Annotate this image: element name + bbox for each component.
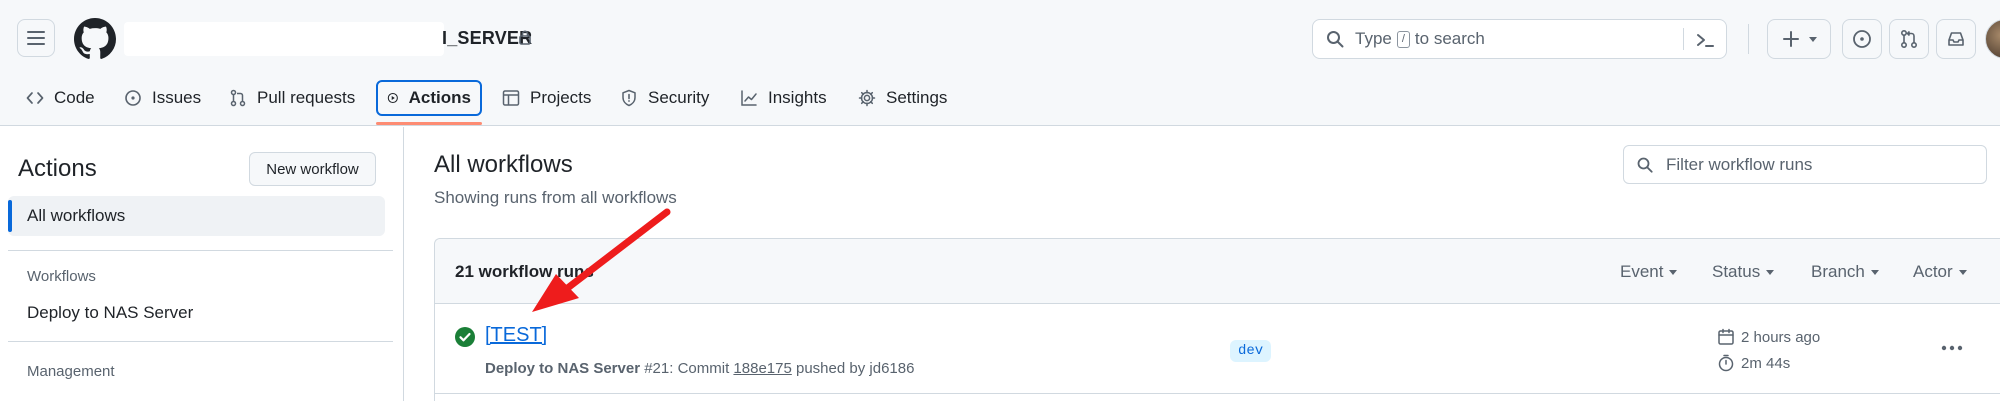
sidebar-item-all-workflows-label: All workflows: [27, 206, 126, 225]
check-circle-icon: [455, 327, 475, 347]
hamburger-icon: [27, 31, 45, 45]
pull-request-icon: [1900, 29, 1918, 49]
sidebar-item-deploy-to-nas-server[interactable]: Deploy to NAS Server: [27, 303, 193, 323]
chevron-down-icon: [1808, 36, 1817, 42]
chevron-down-icon: [1870, 269, 1879, 275]
run-time-ago: 2 hours ago: [1717, 328, 1820, 346]
event-filter-dropdown[interactable]: Event: [1620, 262, 1678, 282]
actor-filter-label: Actor: [1913, 262, 1953, 281]
command-palette-icon[interactable]: [1694, 29, 1716, 51]
sidebar-divider: [8, 341, 393, 342]
code-icon: [26, 92, 44, 104]
issue-icon: [1853, 30, 1871, 48]
tab-settings[interactable]: Settings: [849, 80, 956, 116]
search-placeholder: Type / to search: [1355, 29, 1485, 49]
tab-insights-label: Insights: [768, 88, 827, 107]
run-title-link[interactable]: [TEST]: [485, 324, 547, 347]
event-filter-label: Event: [1620, 262, 1664, 281]
commit-sha-link[interactable]: 188e175: [733, 360, 791, 377]
run-duration-label: 2m 44s: [1741, 354, 1791, 372]
tab-issues-label: Issues: [152, 88, 202, 107]
tab-settings-label: Settings: [886, 88, 948, 107]
page-subtitle: Showing runs from all workflows: [434, 188, 677, 207]
table-row[interactable]: [TEST] Deploy to NAS Server #21: Commit …: [435, 304, 2000, 394]
run-meta: Deploy to NAS Server #21: Commit 188e175…: [485, 360, 914, 377]
redacted-owner: [124, 22, 444, 56]
graph-icon: [741, 90, 757, 106]
runs-list-header: 21 workflow runs Event Status Branch Act…: [435, 239, 2000, 304]
tab-projects-label: Projects: [530, 88, 592, 107]
menu-button[interactable]: [17, 19, 55, 57]
new-workflow-button[interactable]: New workflow: [249, 152, 376, 186]
tab-security-label: Security: [648, 88, 710, 107]
run-duration: 2m 44s: [1717, 354, 1790, 372]
search-shortcut-key: /: [1396, 30, 1410, 48]
repo-nav: Code Issues Pull requests Actions Projec…: [0, 76, 2000, 126]
search-icon: [1327, 31, 1344, 48]
gear-icon: [858, 89, 876, 107]
tab-pull-requests-label: Pull requests: [257, 88, 356, 107]
issue-icon: [125, 90, 141, 106]
header-divider: [1748, 24, 1749, 54]
chevron-down-icon: [1958, 269, 1967, 275]
plus-icon: [1782, 31, 1799, 47]
inbox-button[interactable]: [1936, 19, 1976, 59]
stopwatch-icon: [1718, 354, 1734, 372]
status-filter-dropdown[interactable]: Status: [1712, 262, 1775, 282]
runs-count: 21 workflow runs: [455, 262, 594, 281]
run-time-ago-label: 2 hours ago: [1741, 328, 1821, 346]
branch-filter-label: Branch: [1811, 262, 1865, 281]
tab-security[interactable]: Security: [611, 80, 718, 116]
pull-requests-button[interactable]: [1889, 19, 1929, 59]
lock-icon: [519, 30, 531, 45]
management-heading: Management: [27, 363, 115, 380]
avatar[interactable]: [1985, 19, 2000, 59]
run-number: #21: Commit: [644, 360, 730, 377]
more-options-icon[interactable]: [1938, 338, 1966, 358]
filter-placeholder: Filter workflow runs: [1666, 154, 1813, 174]
tab-issues[interactable]: Issues: [115, 80, 210, 116]
branch-filter-dropdown[interactable]: Branch: [1811, 262, 1879, 282]
active-tab-underline: [376, 122, 482, 125]
tab-actions-label: Actions: [408, 88, 471, 107]
search-divider: [1683, 28, 1684, 50]
status-filter-label: Status: [1712, 262, 1761, 281]
workflows-heading: Workflows: [27, 268, 96, 285]
calendar-icon: [1718, 328, 1734, 345]
tab-pull-requests[interactable]: Pull requests: [220, 80, 364, 116]
chevron-down-icon: [1669, 269, 1678, 275]
tab-code[interactable]: Code: [17, 80, 104, 116]
table-icon: [502, 90, 520, 106]
run-workflow-name: Deploy to NAS Server: [485, 360, 641, 377]
search-placeholder-end: to search: [1414, 29, 1485, 48]
play-icon: [387, 92, 398, 104]
chevron-down-icon: [1766, 269, 1775, 275]
filter-workflow-runs-input[interactable]: Filter workflow runs: [1623, 145, 1987, 184]
run-pushed-by: pushed by jd6186: [796, 360, 915, 377]
create-new-button[interactable]: [1767, 19, 1831, 59]
github-logo-icon[interactable]: [74, 18, 116, 60]
workflow-runs-list: 21 workflow runs Event Status Branch Act…: [434, 238, 2000, 401]
issues-button[interactable]: [1842, 19, 1882, 59]
search-input[interactable]: Type / to search: [1312, 19, 1727, 59]
tab-actions[interactable]: Actions: [376, 80, 482, 116]
tab-projects[interactable]: Projects: [493, 80, 600, 116]
search-placeholder-start: Type: [1355, 29, 1392, 48]
sidebar: Actions New workflow All workflows Workf…: [0, 127, 404, 401]
shield-icon: [622, 89, 636, 107]
actor-filter-dropdown[interactable]: Actor: [1913, 262, 1967, 282]
tab-insights[interactable]: Insights: [731, 80, 836, 116]
branch-label[interactable]: dev: [1230, 340, 1272, 362]
inbox-icon: [1948, 32, 1964, 46]
pull-request-icon: [230, 89, 246, 107]
sidebar-title: Actions: [18, 155, 97, 182]
sidebar-divider: [8, 250, 393, 251]
sidebar-active-indicator: [8, 200, 12, 232]
search-icon: [1637, 157, 1653, 173]
tab-code-label: Code: [54, 88, 95, 107]
page-title: All workflows: [434, 151, 573, 178]
